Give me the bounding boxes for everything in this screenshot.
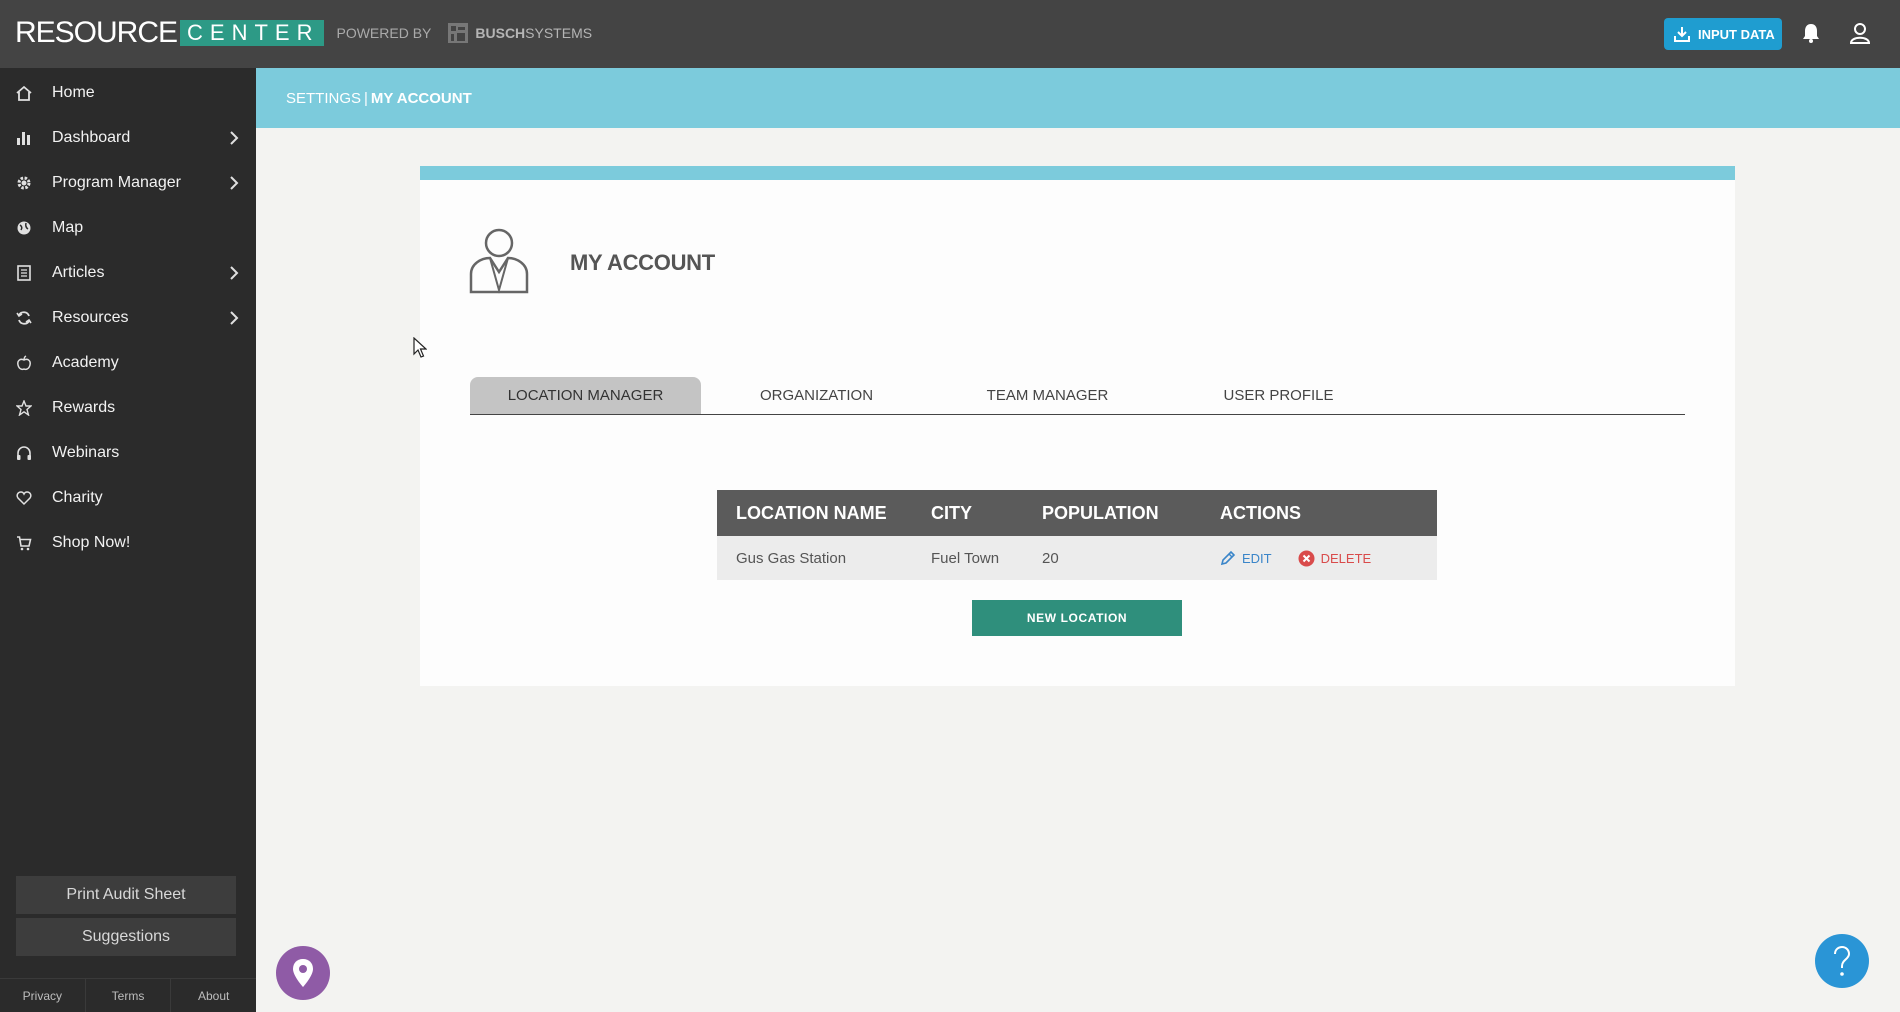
cell-population: 20 <box>1042 549 1059 567</box>
sidebar-item-charity[interactable]: Charity <box>0 476 256 520</box>
breadcrumb-settings-link[interactable]: SETTINGS <box>286 90 361 107</box>
print-audit-sheet-button[interactable]: Print Audit Sheet <box>16 876 236 914</box>
new-location-button[interactable]: NEW LOCATION <box>972 600 1182 636</box>
home-icon <box>15 84 33 102</box>
table-row: Gus Gas Station Fuel Town 20 EDIT DELETE <box>717 536 1437 580</box>
tab-team-manager[interactable]: TEAM MANAGER <box>932 377 1163 414</box>
sidebar-item-resources[interactable]: Resources <box>0 296 256 340</box>
sidebar-item-articles[interactable]: Articles <box>0 251 256 295</box>
tab-location-manager[interactable]: LOCATION MANAGER <box>470 377 701 414</box>
column-header-city: CITY <box>931 502 973 523</box>
partner-logo: BUSCH SYSTEMS <box>447 22 592 44</box>
headphones-icon <box>15 444 33 462</box>
sidebar-item-label: Home <box>52 84 95 101</box>
sidebar-item-dashboard[interactable]: Dashboard <box>0 116 256 160</box>
map-pin-button[interactable] <box>276 946 330 1000</box>
sidebar: Home Dashboard Program Manager Map Artic… <box>0 68 256 1012</box>
gear-icon <box>15 174 33 192</box>
pencil-icon <box>1220 550 1236 566</box>
cart-icon <box>15 534 33 552</box>
question-mark-icon <box>1834 945 1851 976</box>
suggestions-button[interactable]: Suggestions <box>16 918 236 956</box>
brand-name-center: CENTER <box>180 20 325 46</box>
breadcrumb: SETTINGS | MY ACCOUNT <box>256 68 1900 128</box>
privacy-link[interactable]: Privacy <box>0 979 86 1012</box>
tab-organization[interactable]: ORGANIZATION <box>701 377 932 414</box>
sidebar-item-rewards[interactable]: Rewards <box>0 386 256 430</box>
sidebar-item-label: Shop Now! <box>52 534 131 551</box>
page-title: MY ACCOUNT <box>570 250 715 275</box>
powered-by-text: POWERED BY <box>336 25 432 41</box>
cell-location-name: Gus Gas Station <box>736 549 847 567</box>
sidebar-item-label: Charity <box>52 489 103 506</box>
document-icon <box>15 264 33 282</box>
sidebar-item-label: Rewards <box>52 399 116 416</box>
column-header-population: POPULATION <box>1042 502 1159 523</box>
cell-city: Fuel Town <box>931 549 1000 567</box>
input-data-label: INPUT DATA <box>1698 26 1775 42</box>
user-icon[interactable] <box>1848 21 1872 45</box>
sidebar-item-shop-now[interactable]: Shop Now! <box>0 521 256 565</box>
sidebar-item-label: Academy <box>52 354 119 371</box>
close-circle-icon <box>1298 550 1315 566</box>
input-data-button[interactable]: INPUT DATA <box>1664 18 1782 50</box>
apple-icon <box>15 354 33 372</box>
delete-label: DELETE <box>1320 550 1372 566</box>
sidebar-item-map[interactable]: Map <box>0 206 256 250</box>
sidebar-footer-links: Privacy Terms About <box>0 978 256 1012</box>
bell-icon[interactable] <box>1800 22 1822 44</box>
partner-name-rest: SYSTEMS <box>525 25 593 41</box>
sidebar-item-academy[interactable]: Academy <box>0 341 256 385</box>
mouse-cursor-icon <box>413 337 427 358</box>
star-icon <box>15 399 33 417</box>
terms-link[interactable]: Terms <box>86 979 172 1012</box>
sidebar-item-program-manager[interactable]: Program Manager <box>0 161 256 205</box>
bar-chart-icon <box>15 129 33 147</box>
download-icon <box>1674 27 1690 42</box>
tab-user-profile[interactable]: USER PROFILE <box>1163 377 1394 414</box>
brand-logo[interactable]: RESOURCE CENTER POWERED BY BUSCH SYSTEMS <box>15 16 592 49</box>
sidebar-item-label: Map <box>52 219 84 236</box>
chevron-right-icon <box>230 266 239 280</box>
chevron-right-icon <box>230 311 239 325</box>
edit-label: EDIT <box>1242 550 1272 566</box>
map-pin-icon <box>293 959 313 987</box>
partner-logo-icon <box>448 23 469 43</box>
help-button[interactable] <box>1815 934 1869 988</box>
table-header: LOCATION NAME CITY POPULATION ACTIONS <box>717 490 1437 536</box>
account-tabs: LOCATION MANAGER ORGANIZATION TEAM MANAG… <box>470 377 1685 415</box>
heart-icon <box>15 489 33 507</box>
sidebar-item-label: Articles <box>52 264 105 281</box>
card-accent-bar <box>420 166 1735 180</box>
breadcrumb-separator: | <box>364 89 368 107</box>
cell-actions: EDIT DELETE <box>1220 550 1437 567</box>
locations-table: LOCATION NAME CITY POPULATION ACTIONS Gu… <box>717 490 1437 580</box>
breadcrumb-current: MY ACCOUNT <box>370 89 472 107</box>
chevron-right-icon <box>230 176 239 190</box>
edit-button[interactable]: EDIT <box>1220 550 1272 566</box>
sidebar-item-home[interactable]: Home <box>0 71 256 115</box>
column-header-actions: ACTIONS <box>1220 502 1301 523</box>
account-card: MY ACCOUNT LOCATION MANAGER ORGANIZATION… <box>420 166 1735 686</box>
sidebar-item-webinars[interactable]: Webinars <box>0 431 256 475</box>
sidebar-item-label: Program Manager <box>52 174 181 191</box>
top-bar: RESOURCE CENTER POWERED BY BUSCH SYSTEMS … <box>0 0 1900 68</box>
brand-name-resource: RESOURCE <box>15 16 178 49</box>
refresh-icon <box>15 309 33 327</box>
sidebar-item-label: Resources <box>52 309 129 326</box>
sidebar-item-label: Dashboard <box>52 129 131 146</box>
chevron-right-icon <box>230 131 239 145</box>
account-avatar-icon <box>469 228 529 294</box>
about-link[interactable]: About <box>171 979 256 1012</box>
sidebar-item-label: Webinars <box>52 444 120 461</box>
partner-name-bold: BUSCH <box>475 25 526 41</box>
column-header-location-name: LOCATION NAME <box>736 502 887 523</box>
delete-button[interactable]: DELETE <box>1298 550 1372 567</box>
globe-icon <box>15 219 33 237</box>
